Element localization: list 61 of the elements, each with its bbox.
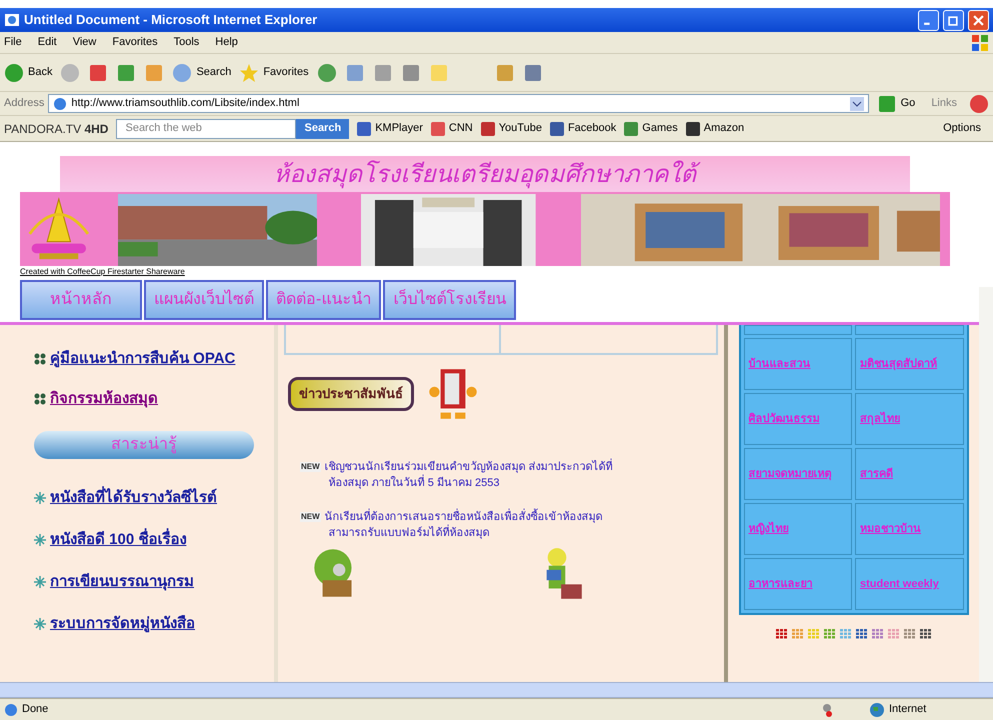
star-icon[interactable]: [239, 62, 260, 82]
news-header: ข่าวประชาสัมพันธ์: [288, 377, 414, 411]
sparkle-bullet-icon: [34, 618, 46, 630]
minimize-icon[interactable]: [918, 10, 939, 30]
address-label: Address: [4, 96, 44, 112]
sparkle-bullet-icon: [34, 576, 46, 588]
sparkle-bullet-icon: [34, 492, 46, 504]
bookmark-link[interactable]: YouTube: [480, 120, 542, 137]
section-header: สาระน่ารู้: [34, 431, 254, 459]
go-button[interactable]: Go: [872, 94, 920, 114]
menu-item[interactable]: Edit: [38, 34, 57, 51]
color-swatch-icon[interactable]: [792, 629, 804, 639]
close-icon[interactable]: [968, 10, 989, 30]
flower-bullet-icon: [34, 393, 46, 405]
color-swatch-icon[interactable]: [888, 629, 900, 639]
globe-icon: [869, 702, 885, 718]
maximize-icon[interactable]: [943, 10, 964, 30]
color-swatch-icon[interactable]: [840, 629, 852, 639]
credit-text: Created with CoffeeCup Firestarter Shareware: [20, 266, 185, 278]
options-button[interactable]: Options: [943, 120, 989, 137]
color-swatch-icon[interactable]: [920, 629, 932, 639]
color-swatch-icon[interactable]: [904, 629, 916, 639]
favorites-button[interactable]: Favorites: [239, 62, 309, 82]
window-title: Untitled Document - Microsoft Internet Explorer: [24, 11, 318, 30]
sparkle-bullet-icon: [34, 534, 46, 546]
sidebar-link[interactable]: ระบบการจัดหมู่หนังสือ: [50, 612, 195, 636]
news-item[interactable]: เชิญชวนนักเรียนร่วมเขียนคำขวัญห้องสมุด ส่งมาประกวดได้ที่ ห้องสมุด ภายในวันที่ 5 มีนาคม 2553: [324, 459, 613, 491]
zone-text: Internet: [889, 702, 928, 718]
search-button[interactable]: Search: [172, 62, 232, 82]
address-field[interactable]: http://www.triamsouthlib.com/Libsite/index.html: [48, 94, 869, 113]
bookmark-link[interactable]: Amazon: [686, 120, 744, 137]
sidebar-link[interactable]: การเขียนบรรณานุกรม: [50, 570, 194, 594]
color-swatch-icon[interactable]: [824, 629, 836, 639]
flower-bullet-icon: [34, 353, 46, 365]
browser-icon: [4, 12, 20, 28]
windows-logo-icon: [971, 34, 989, 52]
sidebar-link[interactable]: หนังสือที่ได้รับรางวัลซีไรต์: [50, 486, 217, 510]
menu-item[interactable]: Help: [215, 34, 238, 51]
sidebar-link[interactable]: กิจกรรมห้องสมุด: [50, 388, 158, 410]
bookmark-link[interactable]: Facebook: [550, 120, 616, 137]
menu-item[interactable]: Favorites: [112, 34, 158, 51]
bookmark-link[interactable]: KMPlayer: [357, 120, 423, 137]
web-search-field[interactable]: Search the web: [116, 118, 296, 138]
sidebar-link[interactable]: หนังสือดี 100 ชื่อเรื่อง: [50, 528, 186, 552]
color-swatch-icon[interactable]: [776, 629, 788, 639]
web-search-button[interactable]: Search: [296, 118, 350, 138]
bookmark-link[interactable]: Games: [624, 120, 678, 137]
new-badge: NEW: [300, 462, 321, 472]
color-swatch-icon[interactable]: [808, 629, 820, 639]
bookmark-link[interactable]: CNN: [430, 120, 473, 137]
sidebar-link[interactable]: คู่มือแนะนำการสืบค้น OPAC: [50, 348, 236, 370]
new-badge: NEW: [300, 512, 321, 522]
color-swatch-icon[interactable]: [856, 629, 868, 639]
news-item[interactable]: นักเรียนที่ต้องการเสนอรายชื่อหนังสือเพื่อสั่งซื้อเข้าห้องสมุด สามารถรับแบบฟอร์มได้ที่ห้องสมุด: [324, 509, 603, 541]
menu-item[interactable]: Tools: [174, 34, 200, 51]
status-text: Done: [22, 702, 50, 718]
color-swatch-icon[interactable]: [872, 629, 884, 639]
menu-item[interactable]: File: [4, 34, 22, 51]
back-button[interactable]: Back: [4, 62, 52, 82]
menu-item[interactable]: View: [72, 34, 96, 51]
brand-logo[interactable]: PANDORA.TV 4HD: [4, 120, 108, 138]
